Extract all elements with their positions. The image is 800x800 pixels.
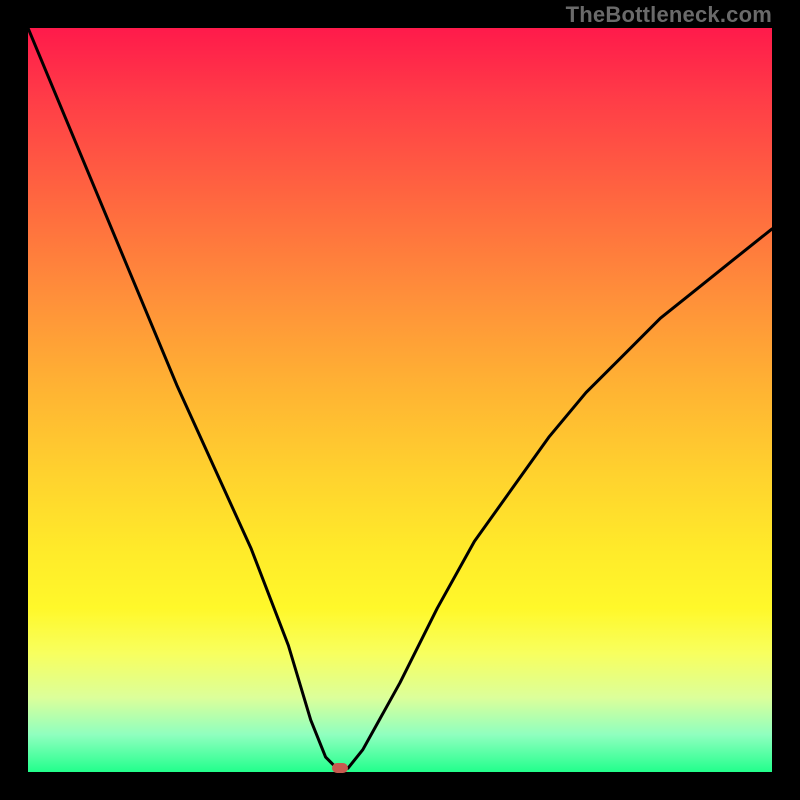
plot-area xyxy=(28,28,772,772)
curve-path xyxy=(28,28,772,768)
bottleneck-curve xyxy=(28,28,772,772)
optimum-marker xyxy=(332,763,348,773)
chart-frame: TheBottleneck.com xyxy=(0,0,800,800)
watermark-text: TheBottleneck.com xyxy=(566,2,772,28)
